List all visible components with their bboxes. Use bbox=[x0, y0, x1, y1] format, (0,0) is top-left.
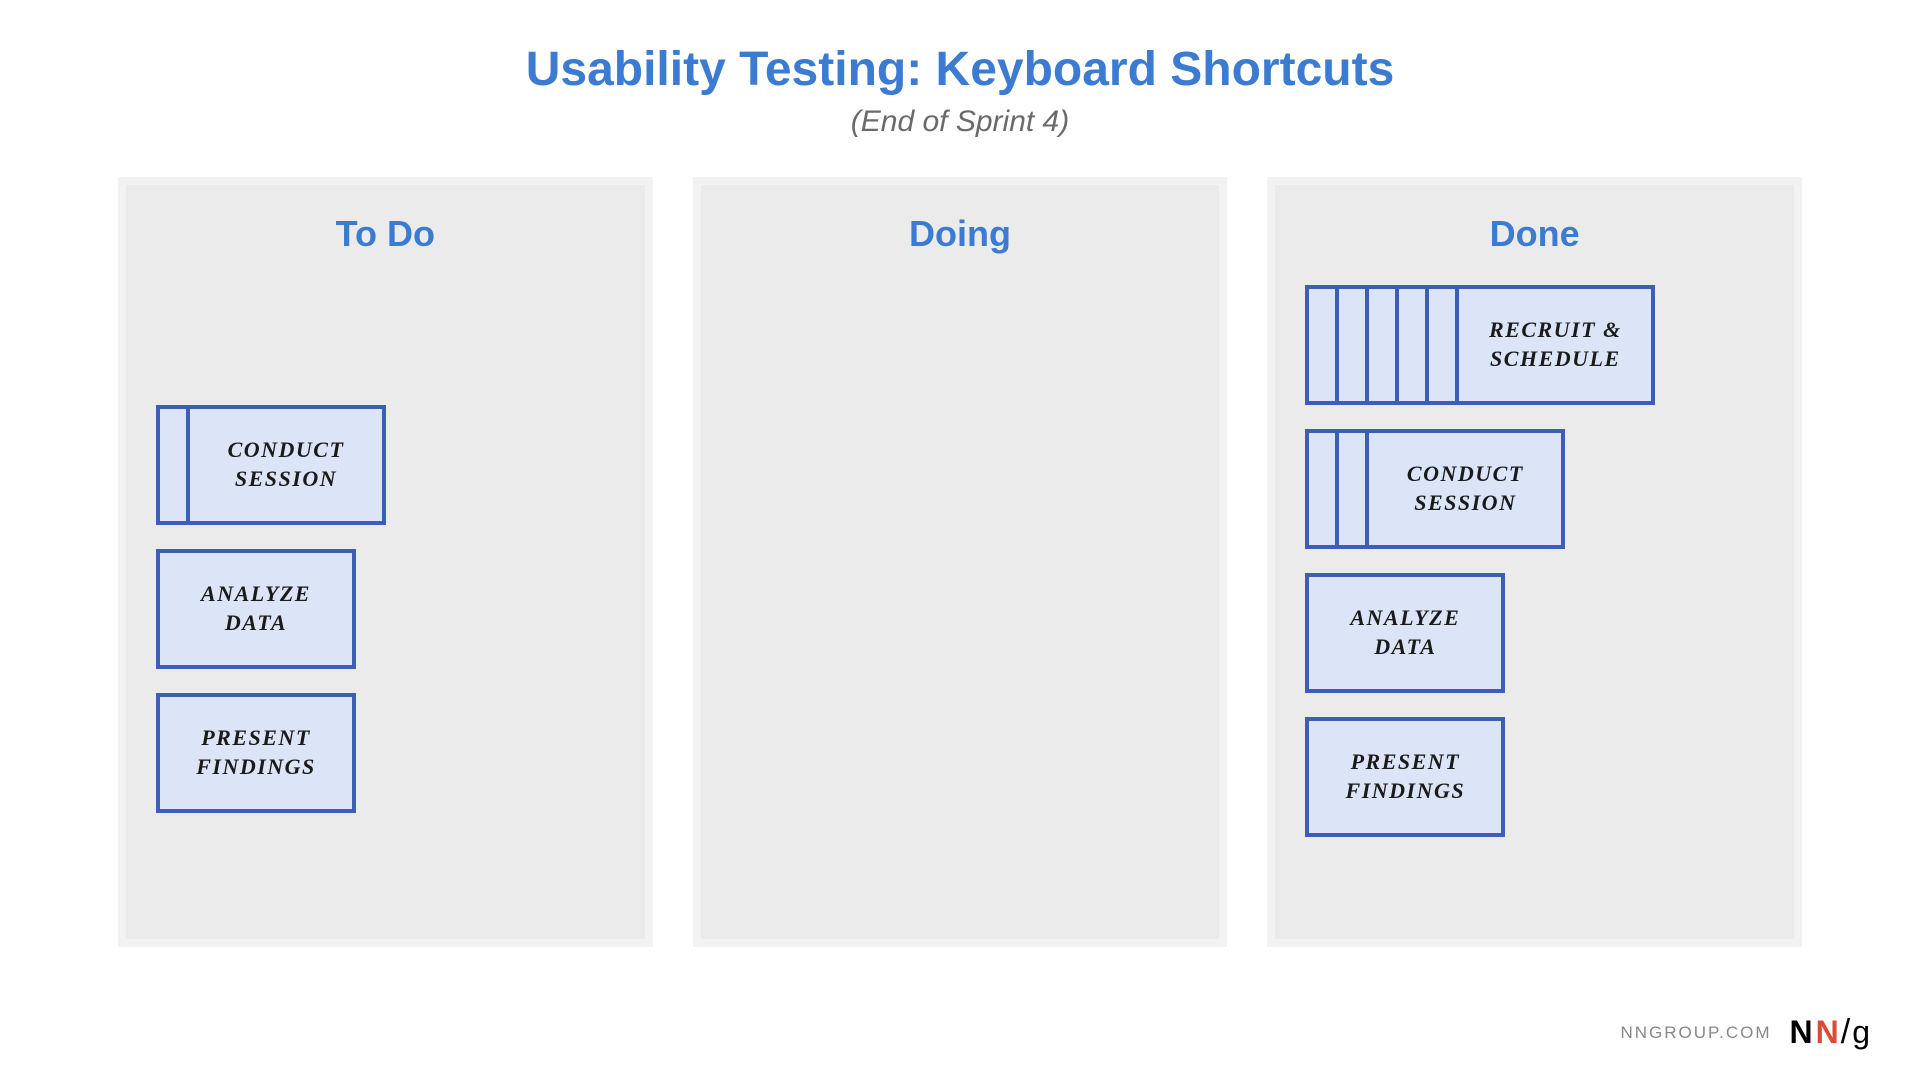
column-todo: To Do CONDUCT SESSION ANALYZE DATA PRESE… bbox=[118, 177, 653, 947]
logo-letter-g: g bbox=[1852, 1014, 1870, 1051]
card-analyze-data: ANALYZE DATA bbox=[156, 549, 356, 669]
card-label: CONDUCT SESSION bbox=[200, 436, 372, 493]
card-present-findings-done: PRESENT FINDINGS bbox=[1305, 717, 1505, 837]
card-label: RECRUIT & SCHEDULE bbox=[1469, 316, 1641, 373]
card-recruit-schedule: RECRUIT & SCHEDULE bbox=[1455, 285, 1655, 405]
card-conduct-session: CONDUCT SESSION bbox=[186, 405, 386, 525]
column-done: Done RECRUIT & SCHEDULE CONDUCT SESSION bbox=[1267, 177, 1802, 947]
column-done-title: Done bbox=[1275, 185, 1794, 255]
logo-slash: / bbox=[1841, 1013, 1850, 1052]
column-doing: Doing bbox=[693, 177, 1228, 947]
page-title: Usability Testing: Keyboard Shortcuts bbox=[0, 42, 1920, 97]
footer: NNGROUP.COM N N / g bbox=[1620, 1013, 1870, 1052]
card-label: ANALYZE DATA bbox=[1319, 604, 1491, 661]
page-subtitle: (End of Sprint 4) bbox=[0, 105, 1920, 139]
card-label: CONDUCT SESSION bbox=[1379, 460, 1551, 517]
logo-letter-n2: N bbox=[1816, 1014, 1839, 1051]
card-conduct-session-done: CONDUCT SESSION bbox=[1365, 429, 1565, 549]
card-analyze-data-done: ANALYZE DATA bbox=[1305, 573, 1505, 693]
nng-logo: N N / g bbox=[1790, 1013, 1870, 1052]
card-present-findings: PRESENT FINDINGS bbox=[156, 693, 356, 813]
card-label: ANALYZE DATA bbox=[170, 580, 342, 637]
card-label: PRESENT FINDINGS bbox=[1319, 748, 1491, 805]
footer-url: NNGROUP.COM bbox=[1620, 1023, 1771, 1043]
column-todo-title: To Do bbox=[126, 185, 645, 255]
kanban-board: To Do CONDUCT SESSION ANALYZE DATA PRESE… bbox=[0, 139, 1920, 947]
logo-letter-n1: N bbox=[1790, 1014, 1813, 1051]
card-label: PRESENT FINDINGS bbox=[170, 724, 342, 781]
column-doing-title: Doing bbox=[701, 185, 1220, 255]
header: Usability Testing: Keyboard Shortcuts (E… bbox=[0, 0, 1920, 139]
